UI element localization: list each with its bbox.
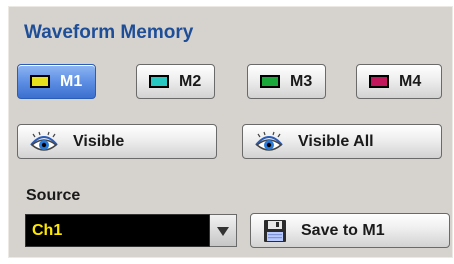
memory-m3-button[interactable]: M3 [247, 64, 326, 99]
panel-title: Waveform Memory [24, 22, 194, 43]
save-label: Save to M1 [301, 221, 385, 239]
visible-label: Visible [73, 132, 125, 150]
eye-icon [254, 131, 284, 153]
m2-color-swatch [149, 75, 169, 88]
memory-m1-label: M1 [60, 72, 83, 90]
source-select[interactable]: Ch1 [25, 214, 237, 247]
visible-all-button[interactable]: Visible All [242, 124, 442, 159]
memory-m2-label: M2 [179, 72, 202, 90]
save-to-memory-button[interactable]: Save to M1 [250, 213, 450, 248]
memory-m3-label: M3 [290, 72, 313, 90]
eye-icon [29, 131, 59, 153]
memory-m4-button[interactable]: M4 [356, 64, 442, 99]
visible-all-label: Visible All [298, 132, 374, 150]
m3-color-swatch [260, 75, 280, 88]
source-label: Source [26, 187, 81, 204]
memory-m1-button[interactable]: M1 [17, 64, 96, 99]
floppy-disk-icon [263, 219, 287, 243]
triangle-down-icon[interactable] [210, 214, 237, 247]
visible-button[interactable]: Visible [17, 124, 217, 159]
source-select-value[interactable]: Ch1 [25, 214, 210, 247]
m4-color-swatch [369, 75, 389, 88]
m1-color-swatch [30, 75, 50, 88]
waveform-memory-panel: Waveform Memory M1 M2 M3 M4 Visible Visi… [8, 6, 453, 258]
memory-m2-button[interactable]: M2 [136, 64, 215, 99]
memory-m4-label: M4 [399, 72, 422, 90]
